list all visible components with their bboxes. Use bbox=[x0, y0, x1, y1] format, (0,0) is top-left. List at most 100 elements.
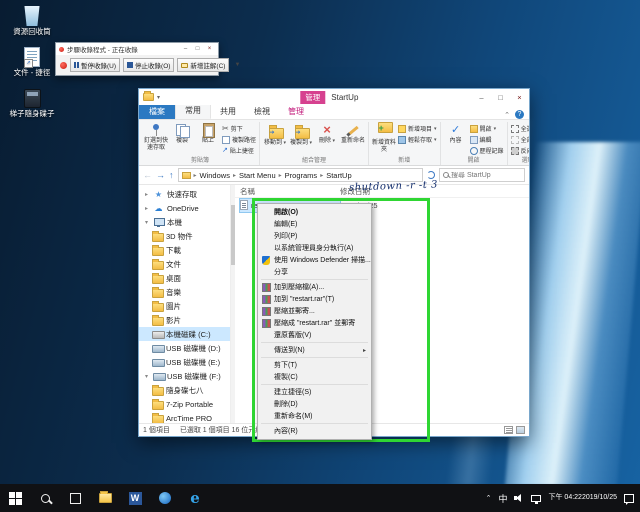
menu-item-print[interactable]: 列印(P) bbox=[258, 230, 371, 242]
pause-record-button[interactable]: 暫停收錄(U) bbox=[70, 58, 121, 72]
menu-item-add-to-archive[interactable]: 加到壓縮檔(A)... bbox=[258, 281, 371, 293]
copy-path-button[interactable]: 複製路徑 bbox=[222, 135, 256, 144]
expander-icon[interactable]: ▸ bbox=[143, 191, 150, 198]
breadcrumb-item[interactable]: Windows bbox=[200, 171, 230, 180]
sidebar-item-this-pc[interactable]: ▾ 本機 bbox=[139, 215, 230, 229]
minimize-icon[interactable]: – bbox=[472, 90, 491, 104]
taskbar-clock[interactable]: 下午 04:22 2019/10/25 bbox=[548, 494, 617, 503]
start-button[interactable] bbox=[0, 484, 30, 512]
taskbar-media-player[interactable] bbox=[150, 484, 180, 512]
select-none-button[interactable]: 全部不選 bbox=[510, 135, 529, 144]
title-bar[interactable]: ▾ 管理 StartUp – □ × bbox=[139, 89, 529, 105]
task-view-button[interactable] bbox=[60, 484, 90, 512]
maximize-icon[interactable]: □ bbox=[192, 45, 203, 54]
expander-icon[interactable]: ▾ bbox=[143, 373, 150, 380]
select-all-button[interactable]: 全選 bbox=[510, 124, 529, 133]
menu-item-send-to[interactable]: 傳送到(N) ▸ bbox=[258, 344, 371, 356]
copy-to-button[interactable]: 複製到 ▾ bbox=[289, 122, 313, 147]
forward-icon[interactable]: → bbox=[156, 170, 165, 180]
menu-item-rename[interactable]: 重新命名(M) bbox=[258, 410, 371, 422]
expander-icon[interactable]: ▾ bbox=[143, 219, 150, 226]
details-view-icon[interactable] bbox=[504, 426, 513, 434]
up-icon[interactable]: ↑ bbox=[169, 170, 174, 180]
sidebar-item-desktop[interactable]: 桌面 bbox=[139, 271, 230, 285]
easy-access-button[interactable]: 輕鬆存取 ▾ bbox=[398, 135, 437, 144]
sidebar-item-local-disk-c[interactable]: 本機磁碟 (C:) bbox=[139, 327, 230, 341]
menu-item-add-to-restart-rar[interactable]: 加到 "restart.rar"(T) bbox=[258, 293, 371, 305]
add-comment-button[interactable]: 新增註解(C) bbox=[177, 58, 230, 72]
close-icon[interactable]: × bbox=[510, 90, 529, 104]
paste-button[interactable]: 貼上 bbox=[196, 122, 220, 145]
menu-item-share[interactable]: 分享 bbox=[258, 266, 371, 278]
sidebar-item-usb-d[interactable]: USB 磁碟機 (D:) bbox=[139, 341, 230, 355]
taskbar-word[interactable]: W bbox=[120, 484, 150, 512]
properties-button[interactable]: ✓ 內容 bbox=[444, 122, 468, 145]
app-tools-context-header[interactable]: 管理 bbox=[300, 90, 326, 104]
menu-item-open[interactable]: 開啟(O) bbox=[258, 206, 371, 218]
tab-manage[interactable]: 管理 bbox=[279, 104, 313, 119]
ime-indicator[interactable]: 中 bbox=[498, 492, 507, 505]
cut-button[interactable]: ✂ 剪下 bbox=[222, 124, 256, 133]
rename-button[interactable]: 重新命名 bbox=[341, 122, 365, 145]
sidebar-item-flashdrive-folder[interactable]: 隨身碟七八 bbox=[139, 383, 230, 397]
paste-shortcut-button[interactable]: ↗ 貼上捷徑 bbox=[222, 146, 256, 156]
tab-view[interactable]: 檢視 bbox=[245, 104, 279, 119]
chevron-down-icon[interactable]: ▾ bbox=[157, 94, 160, 101]
sidebar-item-quick-access[interactable]: ▸ ★ 快速存取 bbox=[139, 187, 230, 201]
breadcrumb-item[interactable]: Programs bbox=[285, 171, 318, 180]
expander-icon[interactable]: ▸ bbox=[143, 205, 150, 212]
menu-item-cut[interactable]: 剪下(T) bbox=[258, 359, 371, 371]
search-input[interactable] bbox=[451, 171, 519, 179]
hidden-icons-chevron-icon[interactable]: ⌃ bbox=[486, 494, 492, 502]
minimize-icon[interactable]: – bbox=[180, 45, 191, 54]
desktop-icon-documents-shortcut[interactable]: 文件 - 捷徑 bbox=[5, 47, 59, 77]
column-header-name[interactable]: 名稱 bbox=[240, 186, 340, 197]
sidebar-item-7zip-portable[interactable]: 7-Zip Portable bbox=[139, 397, 230, 411]
menu-item-copy[interactable]: 複製(C) bbox=[258, 371, 371, 383]
delete-button[interactable]: × 刪除 ▾ bbox=[315, 122, 339, 145]
move-to-button[interactable]: 移動到 ▾ bbox=[263, 122, 287, 147]
network-icon[interactable] bbox=[531, 495, 542, 504]
stop-record-button[interactable]: 停止收錄(O) bbox=[123, 58, 175, 72]
maximize-icon[interactable]: □ bbox=[491, 90, 510, 104]
menu-item-compress-to-restart-rar-and-email[interactable]: 壓縮成 "restart.rar" 並郵寄 bbox=[258, 317, 371, 329]
pin-to-quick-access-button[interactable]: 釘選到快速存取 bbox=[144, 122, 168, 151]
taskbar-search-button[interactable] bbox=[30, 484, 60, 512]
invert-selection-button[interactable]: 反向選擇 bbox=[510, 146, 529, 155]
thumbnails-view-icon[interactable] bbox=[516, 426, 525, 434]
speaker-icon[interactable] bbox=[514, 494, 524, 503]
taskbar-file-explorer[interactable] bbox=[90, 484, 120, 512]
sidebar-item-videos[interactable]: 影片 bbox=[139, 313, 230, 327]
help-icon[interactable]: ? bbox=[515, 110, 524, 119]
chevron-down-icon[interactable]: ▼ bbox=[232, 62, 242, 68]
close-icon[interactable]: × bbox=[204, 45, 215, 54]
sidebar-item-pictures[interactable]: 圖片 bbox=[139, 299, 230, 313]
menu-item-restore-previous-versions[interactable]: 還原舊版(V) bbox=[258, 329, 371, 341]
sidebar-item-usb-f[interactable]: ▾ USB 磁碟機 (F:) bbox=[139, 369, 230, 383]
menu-item-compress-and-email[interactable]: 壓縮並郵寄... bbox=[258, 305, 371, 317]
copy-button[interactable]: 複製 bbox=[170, 122, 194, 145]
sidebar-item-3d-objects[interactable]: 3D 物件 bbox=[139, 229, 230, 243]
history-button[interactable]: 歷程記錄 bbox=[469, 146, 504, 155]
open-button[interactable]: 開啟 ▾ bbox=[469, 124, 504, 133]
back-icon[interactable]: ← bbox=[143, 170, 152, 180]
sidebar-item-documents[interactable]: 文件 bbox=[139, 257, 230, 271]
taskbar-edge[interactable]: e bbox=[180, 484, 210, 512]
desktop-icon-usb-box[interactable]: 梯子隨身碟子 bbox=[5, 88, 59, 118]
menu-item-delete[interactable]: 刪除(D) bbox=[258, 398, 371, 410]
tab-file[interactable]: 檔案 bbox=[139, 104, 175, 119]
sidebar-item-onedrive[interactable]: ▸ ☁ OneDrive bbox=[139, 201, 230, 215]
breadcrumb[interactable]: ▸ Windows ▸ Start Menu ▸ Programs ▸ Star… bbox=[177, 168, 423, 182]
new-folder-button[interactable]: 新增資料夾 bbox=[372, 122, 396, 153]
menu-item-properties[interactable]: 內容(R) bbox=[258, 425, 371, 437]
sidebar-item-usb-e[interactable]: USB 磁碟機 (E:) bbox=[139, 355, 230, 369]
steps-recorder-titlebar[interactable]: 步驟收錄程式 - 正在收錄 – □ × bbox=[56, 43, 218, 55]
menu-item-create-shortcut[interactable]: 建立捷徑(S) bbox=[258, 386, 371, 398]
sidebar-item-arctime-pro[interactable]: ArcTime PRO bbox=[139, 411, 230, 423]
menu-item-edit[interactable]: 編輯(E) bbox=[258, 218, 371, 230]
edit-button[interactable]: 編輯 bbox=[469, 135, 504, 144]
breadcrumb-item[interactable]: Start Menu bbox=[239, 171, 276, 180]
search-box[interactable] bbox=[439, 168, 525, 182]
menu-item-defender-scan[interactable]: 使用 Windows Defender 掃描... bbox=[258, 254, 371, 266]
new-item-button[interactable]: 新增項目 ▾ bbox=[398, 124, 437, 133]
